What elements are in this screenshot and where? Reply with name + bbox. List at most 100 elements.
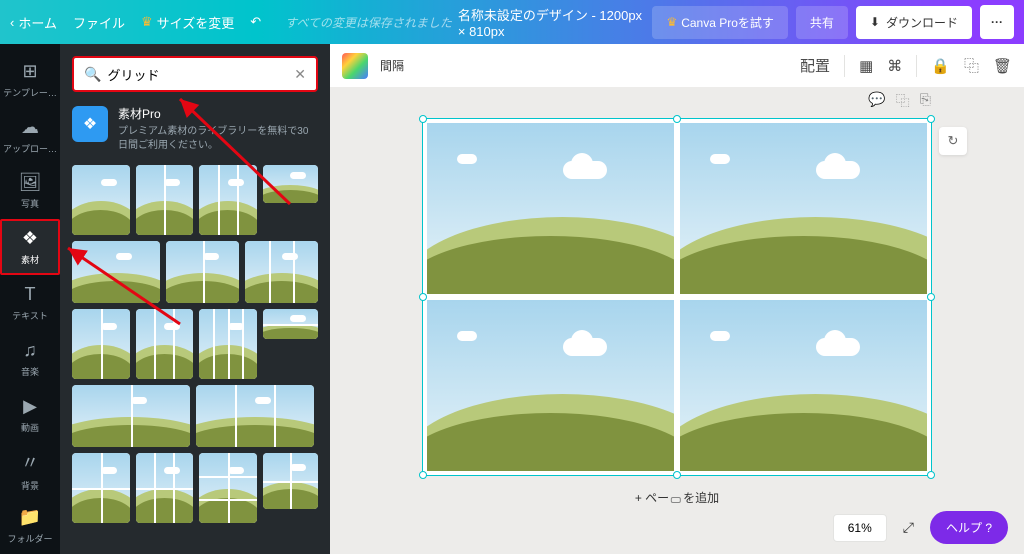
comment-icon[interactable]: 💬 bbox=[868, 91, 885, 111]
stage[interactable]: 💬 ⿻ ⎘ ↻ bbox=[330, 88, 1024, 554]
clear-icon[interactable]: ✕ bbox=[294, 66, 306, 83]
rail-audio[interactable]: ♫ 音楽 bbox=[0, 331, 60, 387]
bottom-bar: 61% ⤢ ヘルプ ? bbox=[833, 511, 1008, 544]
pro-desc: プレミアム素材のライブラリーを無料で30日間ご利用ください。 bbox=[118, 125, 318, 153]
grid-template-thumb[interactable] bbox=[136, 309, 194, 379]
pro-card[interactable]: ❖ 素材Pro プレミアム素材のライブラリーを無料で30日間ご利用ください。 bbox=[72, 104, 318, 155]
download-button[interactable]: ⬇ ダウンロード bbox=[856, 6, 972, 39]
pro-badge-icon: ❖ bbox=[72, 106, 108, 142]
search-input[interactable] bbox=[107, 67, 294, 82]
design-page[interactable]: 💬 ⿻ ⎘ ↻ bbox=[422, 118, 932, 476]
rail-label: アップロー… bbox=[3, 142, 57, 155]
delete-button[interactable]: 🗑 bbox=[993, 57, 1012, 75]
grid-frame[interactable] bbox=[423, 119, 931, 475]
home-label: ホーム bbox=[18, 13, 57, 32]
search-icon: 🔍 bbox=[84, 66, 101, 83]
resize-label: サイズを変更 bbox=[157, 13, 235, 32]
grid-template-thumb[interactable] bbox=[245, 241, 318, 303]
transparency-button[interactable]: ▦ bbox=[859, 57, 873, 75]
grid-cell[interactable] bbox=[680, 300, 927, 471]
side-panel: 🔍 ✕ ❖ 素材Pro プレミアム素材のライブラリーを無料で30日間ご利用くださ… bbox=[60, 44, 330, 554]
rail-uploads[interactable]: ☁ アップロー… bbox=[0, 108, 60, 164]
app-header: ‹ ホーム ファイル ♛ サイズを変更 ↶ すべての変更は保存されました 名称未… bbox=[0, 0, 1024, 44]
grid-template-thumb[interactable] bbox=[72, 453, 130, 523]
photo-icon: 🖼 bbox=[19, 172, 42, 193]
context-toolbar: 間隔 配置 ▦ ⌘ 🔒 ⿻ 🗑 bbox=[330, 44, 1024, 88]
try-pro-label: Canva Proを試す bbox=[681, 14, 774, 31]
grid-template-thumb[interactable] bbox=[199, 165, 257, 235]
home-button[interactable]: ‹ ホーム bbox=[10, 13, 57, 32]
grid-template-thumb[interactable] bbox=[199, 309, 257, 379]
rail-text[interactable]: T テキスト bbox=[0, 275, 60, 331]
duplicate-button[interactable]: ⿻ bbox=[964, 55, 979, 76]
grid-cell[interactable] bbox=[427, 123, 674, 294]
add-page-suffix: を追加 bbox=[683, 491, 719, 505]
file-menu[interactable]: ファイル bbox=[73, 13, 125, 32]
zoom-level[interactable]: 61% bbox=[833, 514, 887, 542]
header-center: 名称未設定のデザイン - 1200px × 810px bbox=[458, 5, 647, 39]
search-box[interactable]: 🔍 ✕ bbox=[72, 56, 318, 92]
folder-icon: 📁 bbox=[19, 507, 41, 528]
more-button[interactable]: ··· bbox=[980, 5, 1014, 39]
help-button[interactable]: ヘルプ ? bbox=[930, 511, 1008, 544]
chevron-left-icon: ‹ bbox=[10, 15, 14, 30]
rail-label: 動画 bbox=[21, 421, 39, 434]
rail-templates[interactable]: ⊞ テンプレー… bbox=[0, 52, 60, 108]
background-icon: 〃 bbox=[21, 449, 39, 475]
rail-background[interactable]: 〃 背景 bbox=[0, 443, 60, 499]
try-pro-button[interactable]: ♛ Canva Proを試す bbox=[652, 6, 787, 39]
grid-cell[interactable] bbox=[680, 123, 927, 294]
music-icon: ♫ bbox=[23, 340, 37, 361]
sync-button[interactable]: ↻ bbox=[939, 127, 967, 155]
grid-template-thumb[interactable] bbox=[196, 385, 314, 447]
add-page-icon[interactable]: ⎘ bbox=[920, 91, 931, 111]
search-wrap: 🔍 ✕ bbox=[60, 44, 330, 104]
page-controls: 💬 ⿻ ⎘ bbox=[868, 91, 931, 111]
link-button[interactable]: ⌘ bbox=[887, 57, 902, 75]
upload-icon: ☁ bbox=[21, 117, 39, 138]
grid-template-thumb[interactable] bbox=[263, 453, 319, 509]
separator bbox=[916, 55, 917, 77]
rail-label: 音楽 bbox=[21, 365, 39, 378]
duplicate-page-icon[interactable]: ⿻ bbox=[896, 91, 910, 111]
add-page-button[interactable]: + ペーを追加 bbox=[629, 487, 725, 508]
saved-status: すべての変更は保存されました bbox=[285, 14, 452, 31]
add-page-prefix: + ペー bbox=[635, 491, 669, 505]
grid-template-thumb[interactable] bbox=[263, 309, 319, 339]
grid-template-thumb[interactable] bbox=[199, 453, 257, 523]
rail-photos[interactable]: 🖼 写真 bbox=[0, 164, 60, 220]
canvas-area: 間隔 配置 ▦ ⌘ 🔒 ⿻ 🗑 💬 ⿻ ⎘ bbox=[330, 44, 1024, 554]
grid-template-thumb[interactable] bbox=[136, 165, 194, 235]
fullscreen-icon[interactable]: ⤢ bbox=[897, 519, 920, 536]
color-swatch[interactable] bbox=[342, 53, 368, 79]
share-button[interactable]: 共有 bbox=[796, 6, 848, 39]
download-icon: ⬇ bbox=[870, 15, 880, 29]
rail-label: テキスト bbox=[12, 309, 48, 322]
video-icon: ▶ bbox=[23, 396, 37, 417]
grid-template-thumb[interactable] bbox=[72, 385, 190, 447]
grid-cell[interactable] bbox=[427, 300, 674, 471]
pro-title: 素材Pro bbox=[118, 106, 318, 123]
lock-button[interactable]: 🔒 bbox=[931, 57, 950, 75]
rail-video[interactable]: ▶ 動画 bbox=[0, 387, 60, 443]
grid-template-thumb[interactable] bbox=[166, 241, 239, 303]
grid-template-thumb[interactable] bbox=[136, 453, 194, 523]
grid-template-thumb[interactable] bbox=[72, 165, 130, 235]
resize-menu[interactable]: ♛ サイズを変更 bbox=[141, 13, 234, 32]
rail-label: テンプレー… bbox=[3, 86, 57, 99]
grid-template-thumb[interactable] bbox=[72, 241, 160, 303]
header-left: ‹ ホーム ファイル ♛ サイズを変更 ↶ すべての変更は保存されました bbox=[10, 13, 452, 32]
position-button[interactable]: 配置 bbox=[800, 55, 830, 76]
templates-icon: ⊞ bbox=[22, 61, 37, 82]
rail-folders[interactable]: 📁 フォルダー bbox=[0, 498, 60, 554]
grid-template-thumb[interactable] bbox=[263, 165, 319, 203]
elements-icon: ❖ bbox=[22, 228, 38, 249]
pro-text: 素材Pro プレミアム素材のライブラリーを無料で30日間ご利用ください。 bbox=[118, 106, 318, 153]
drag-handle-icon bbox=[671, 497, 681, 503]
grid-template-thumb[interactable] bbox=[72, 309, 130, 379]
grid-results bbox=[60, 165, 330, 554]
design-title[interactable]: 名称未設定のデザイン - 1200px × 810px bbox=[458, 5, 647, 39]
undo-button[interactable]: ↶ bbox=[250, 14, 261, 30]
spacing-button[interactable]: 間隔 bbox=[380, 57, 404, 74]
rail-elements[interactable]: ❖ 素材 bbox=[0, 219, 60, 275]
